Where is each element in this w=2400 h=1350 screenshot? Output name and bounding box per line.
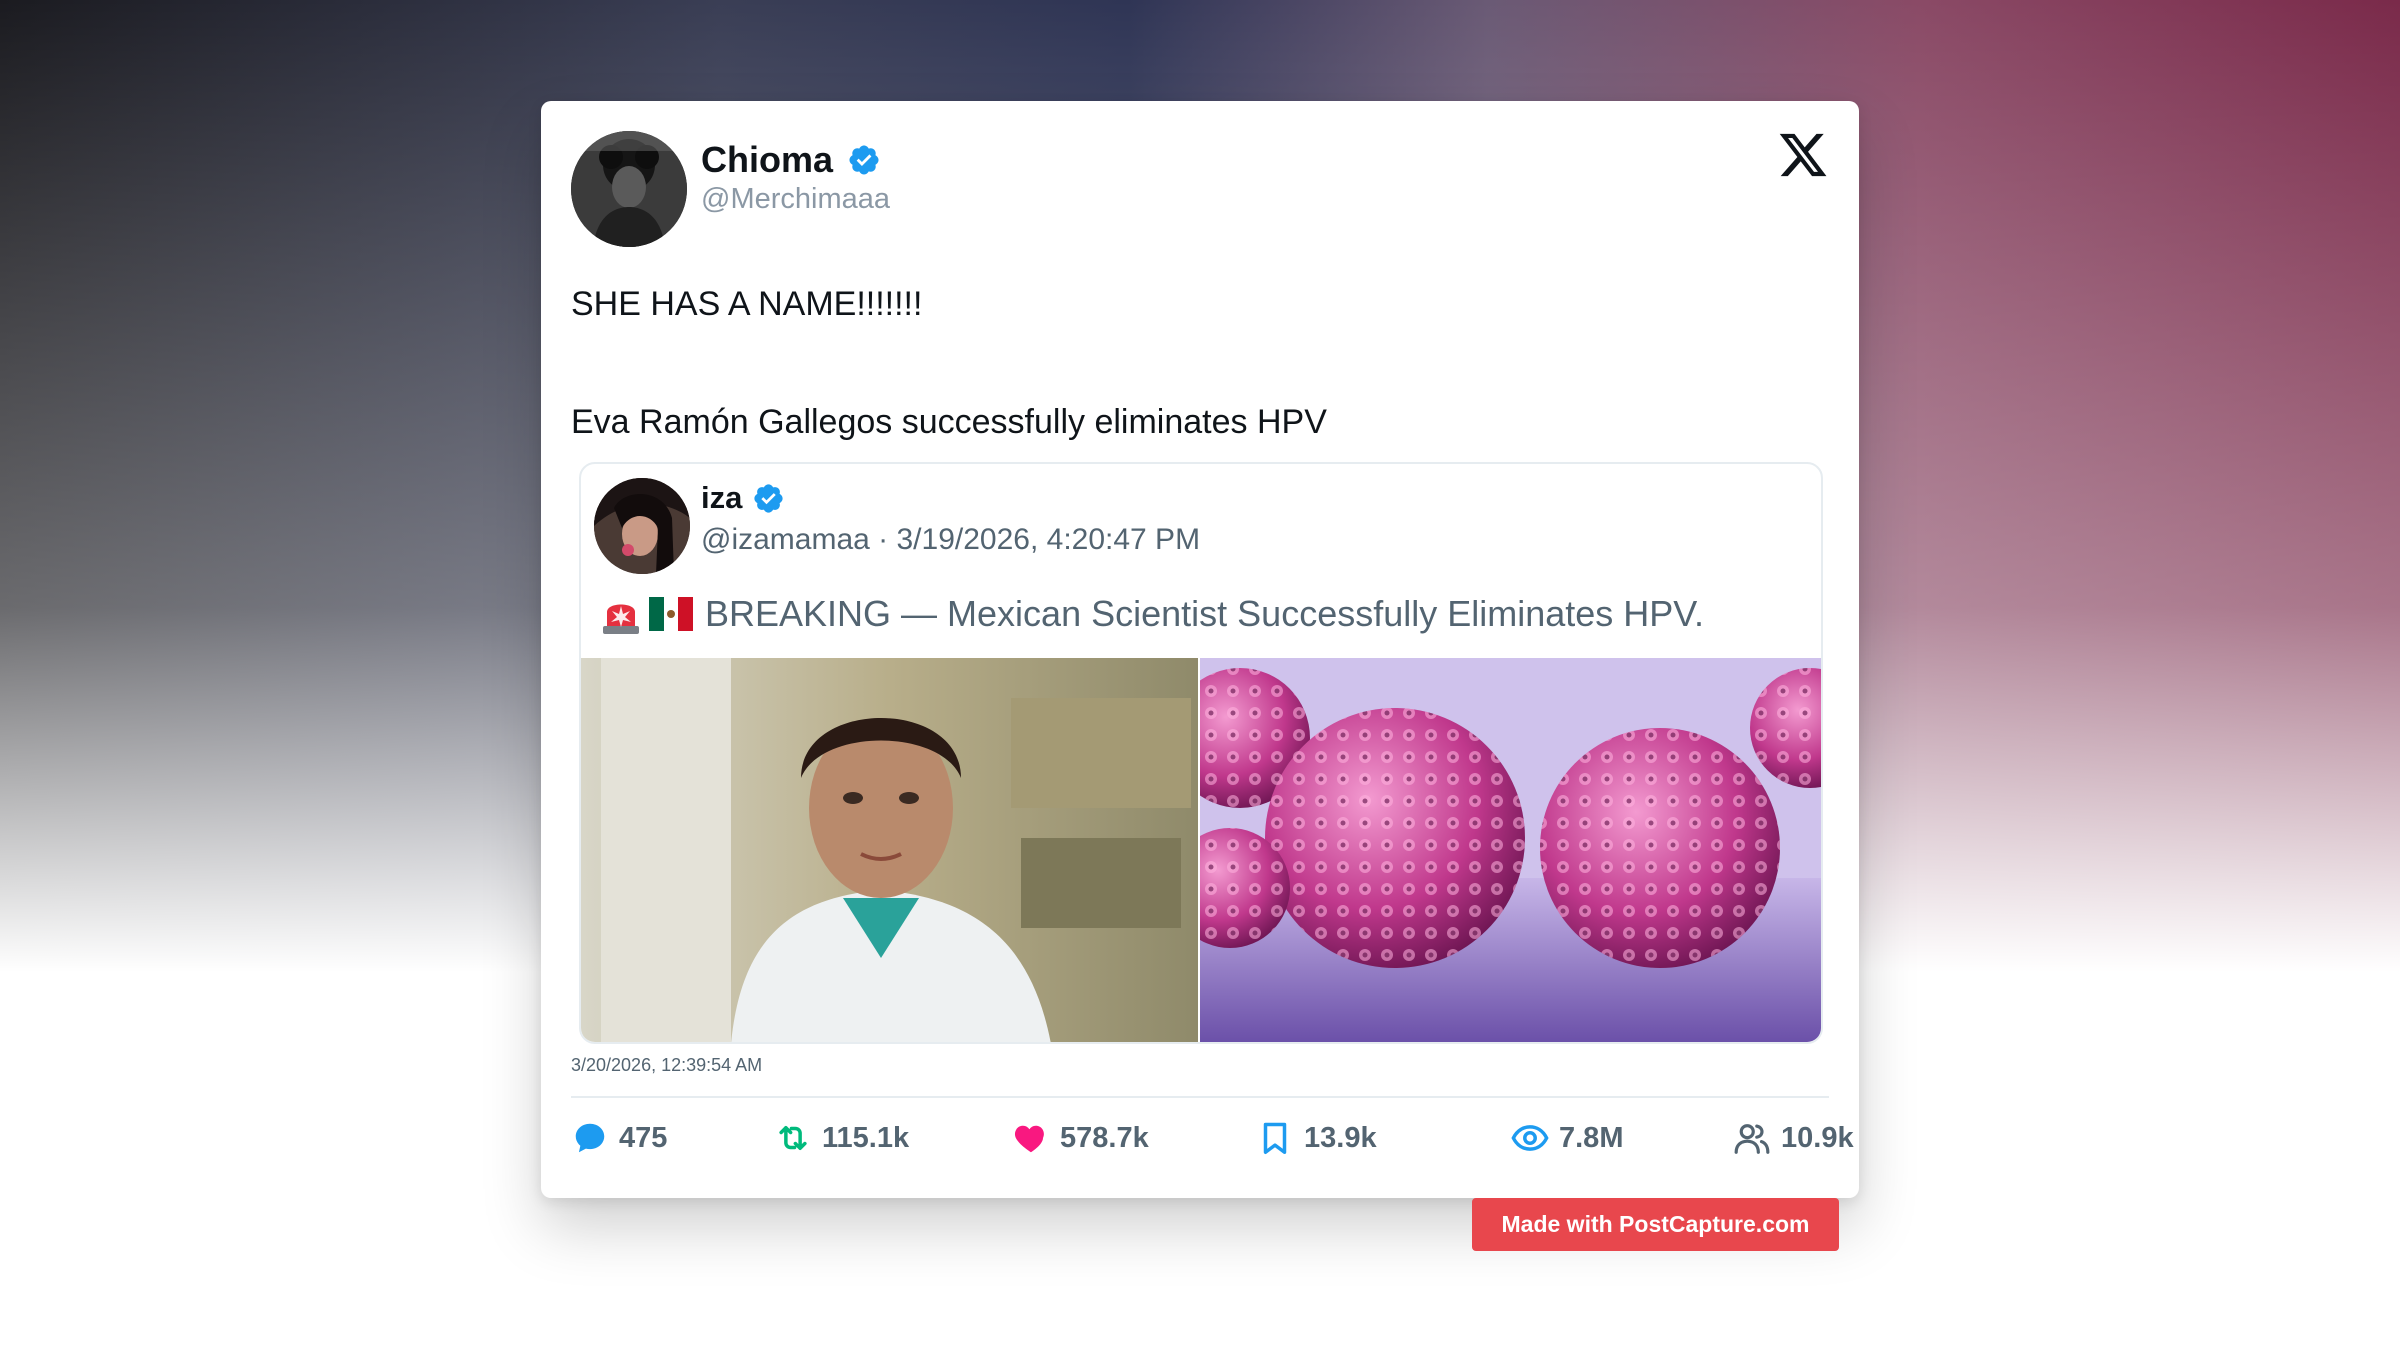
author-name[interactable]: Chioma xyxy=(701,139,833,181)
views-stat[interactable]: 7.8M xyxy=(1511,1116,1623,1160)
author-handle[interactable]: @Merchimaaa xyxy=(701,183,890,216)
quote-text: BREAKING — Mexican Scientist Successfull… xyxy=(705,593,1705,634)
retweet-icon xyxy=(779,1125,807,1151)
verified-badge-icon xyxy=(849,145,879,175)
quoted-tweet[interactable]: iza @izamamaa · 3/19/2026, 4:20:47 PM BR… xyxy=(579,462,1823,1044)
author-avatar[interactable] xyxy=(571,131,687,247)
users-icon xyxy=(1734,1124,1770,1154)
quote-author-avatar[interactable] xyxy=(594,478,690,574)
views-count: 7.8M xyxy=(1559,1121,1624,1154)
verified-badge-icon xyxy=(754,483,783,513)
reply-icon xyxy=(575,1123,605,1153)
rotating-light-icon xyxy=(603,604,639,634)
quote-text-row: BREAKING — Mexican Scientist Successfull… xyxy=(599,592,1704,636)
bookmark-icon xyxy=(1263,1122,1287,1154)
bookmark-stat[interactable]: 13.9k xyxy=(1256,1116,1377,1160)
followers-count: 10.9k xyxy=(1781,1121,1854,1154)
reply-count: 475 xyxy=(619,1121,668,1154)
tweet-card: Chioma @Merchimaaa SHE HAS A NAME!!!!!!!… xyxy=(541,101,1859,1198)
like-count: 578.7k xyxy=(1060,1121,1149,1154)
reply-stat[interactable]: 475 xyxy=(571,1116,667,1160)
quote-media xyxy=(581,658,1821,1042)
followers-stat[interactable]: 10.9k xyxy=(1733,1116,1854,1160)
scientist-photo[interactable] xyxy=(581,658,1198,1042)
retweet-count: 115.1k xyxy=(822,1121,910,1154)
tweet-text: SHE HAS A NAME!!!!!!! Eva Ramón Gallegos… xyxy=(571,285,1327,441)
quote-author-name[interactable]: iza xyxy=(701,480,742,516)
x-logo-icon[interactable] xyxy=(1777,129,1829,181)
eye-icon xyxy=(1511,1125,1549,1151)
mexico-flag-icon xyxy=(649,597,693,631)
retweet-stat[interactable]: 115.1k xyxy=(774,1116,909,1160)
stats-divider xyxy=(571,1096,1829,1098)
stats-bar: 475 115.1k 578.7k 13.9k 7.8M 10.9k xyxy=(571,1116,1854,1160)
tweet-timestamp: 3/20/2026, 12:39:54 AM xyxy=(571,1055,763,1075)
quote-meta: @izamamaa · 3/19/2026, 4:20:47 PM xyxy=(701,523,1201,556)
quote-name-row: iza xyxy=(701,480,785,516)
like-stat[interactable]: 578.7k xyxy=(1012,1116,1149,1160)
postcapture-badge[interactable]: Made with PostCapture.com xyxy=(1472,1198,1839,1251)
author-name-row: Chioma xyxy=(701,139,881,181)
heart-icon xyxy=(1014,1125,1044,1153)
bookmark-count: 13.9k xyxy=(1304,1121,1377,1154)
hpv-virus-image[interactable] xyxy=(1200,658,1821,1042)
